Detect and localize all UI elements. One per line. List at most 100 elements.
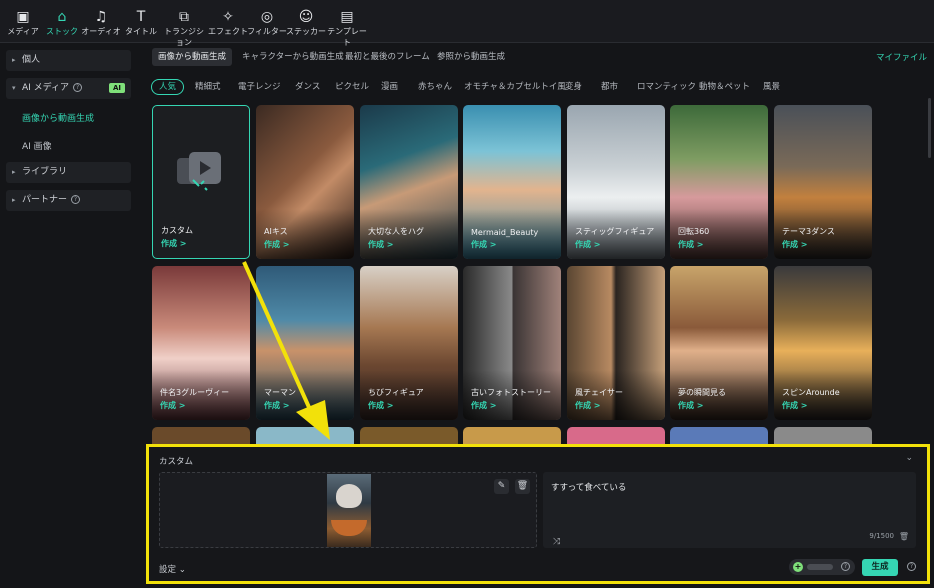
template-card[interactable]: 回転360 作成 > [670,105,768,259]
card-title: テーマ3ダンス [782,227,835,236]
audio-icon: ♫ [94,9,108,25]
template-icon: ▤ [340,9,354,25]
card-title: スピンArounde [782,388,840,397]
delete-icon[interactable]: 🗑 [515,479,530,494]
card-title: 夢の瞬間見る [678,388,726,397]
tool-audio[interactable]: ♫ オーディオ [79,8,123,37]
sidebar: ▸ 個人 ▾ AI メディア? AI 画像から動画生成 AI 画像 ▸ ライブラリ ▸ パ… [0,43,138,588]
template-card[interactable]: スピンArounde 作成 > [774,266,872,420]
help-icon[interactable]: ? [841,562,850,571]
card-title: 風チェイサー [575,388,623,397]
card-create-link[interactable]: 作成 > [368,239,394,250]
sidebar-item-library[interactable]: ▸ ライブラリ [6,162,131,183]
sidebar-item-ai-image[interactable]: AI 画像 [22,139,52,152]
uploaded-image-thumbnail [327,474,371,547]
card-create-link[interactable]: 作成 > [782,400,808,411]
template-card[interactable]: 古いフォトストーリー 作成 > [463,266,561,420]
transition-icon: ⧉ [179,9,189,25]
tool-sticker[interactable]: ☺ ステッカー [284,8,328,37]
template-card[interactable]: 大切な人をハグ 作成 > [360,105,458,259]
settings-dropdown[interactable]: 設定 ⌄ [159,563,186,575]
card-create-link[interactable]: 作成 > [575,239,601,250]
media-icon: ▣ [16,9,30,25]
card-title: 大切な人をハグ [368,227,424,236]
template-card-custom[interactable]: カスタム 作成 > [152,105,250,259]
tool-effect[interactable]: ✧ エフェクト [206,8,250,37]
sidebar-item-personal[interactable]: ▸ 個人 [6,50,131,71]
image-upload-area[interactable]: ✎ 🗑 [159,472,537,548]
scrollbar[interactable] [928,98,931,158]
card-create-link[interactable]: 作成 > [678,400,704,411]
custom-generation-panel: カスタム ⌄ ✎ 🗑 すすって食べている 9/1500 🗑 ⤨ 設定 ⌄ + ?… [146,444,930,584]
card-title: マーマン [264,388,296,397]
tab-image-to-video[interactable]: 画像から動画生成 [152,48,233,66]
template-card[interactable]: 風チェイサー 作成 > [567,266,665,420]
my-files-link[interactable]: マイファイル [876,51,927,63]
category-chip[interactable]: 都市 [601,79,618,95]
top-toolbar: ▣ メディア ⌂ ストック ♫ オーディオ T タイトル ⧉ トランジション ✧ エフェクト… [0,0,934,47]
title-icon: T [136,9,146,25]
sidebar-item-partner[interactable]: ▸ パートナー? [6,190,131,211]
tab-reference-to-video[interactable]: 参照から動画生成 [437,48,505,66]
sidebar-item-ai-media[interactable]: ▾ AI メディア? AI [6,78,131,99]
card-create-link[interactable]: 作成 > [264,400,290,411]
template-card[interactable]: ちびフィギュア 作成 > [360,266,458,420]
help-icon[interactable]: ? [907,562,916,571]
card-title: ちびフィギュア [368,388,424,397]
stock-icon: ⌂ [57,9,67,25]
clear-prompt-icon[interactable]: 🗑 [899,532,909,541]
card-create-link[interactable]: 作成 > [368,400,394,411]
card-create-link[interactable]: 作成 > [782,239,808,250]
template-card[interactable]: スティッグフィギュア 作成 > [567,105,665,259]
category-chip[interactable]: 人気 [151,79,185,95]
effect-icon: ✧ [222,9,234,25]
category-chip[interactable]: 電子レンジ [238,79,281,95]
category-chip[interactable]: 漫画 [381,79,398,95]
card-create-link[interactable]: 作成 > [471,400,497,411]
filter-icon: ◎ [260,9,274,25]
category-chip[interactable]: オモチャ＆カプセルトイ風 [464,79,566,95]
card-create-link[interactable]: 作成 > [160,400,186,411]
tool-filter[interactable]: ◎ フィルター [245,8,289,37]
help-icon[interactable]: ? [73,83,83,92]
card-create-link[interactable]: 作成 > [264,239,290,250]
tool-media[interactable]: ▣ メディア [1,8,45,37]
sidebar-item-image-to-video[interactable]: 画像から動画生成 [22,111,94,124]
prompt-input[interactable]: すすって食べている 9/1500 🗑 [543,472,916,548]
category-chip[interactable]: ロマンティック [637,79,696,95]
chevron-right-icon: ▸ [12,56,16,64]
help-icon[interactable]: ? [71,195,81,204]
add-credit-icon[interactable]: + [793,562,803,572]
char-counter: 9/1500 [869,532,894,540]
tool-stock[interactable]: ⌂ ストック [40,8,84,37]
collapse-chevron-icon[interactable]: ⌄ [905,453,913,463]
tool-transition[interactable]: ⧉ トランジション [162,8,206,48]
chevron-right-icon: ▸ [12,168,16,176]
template-card[interactable]: AIキス 作成 > [256,105,354,259]
category-chip[interactable]: 動物＆ペット [699,79,750,95]
category-chip[interactable]: 精細式 [195,79,221,95]
category-chip[interactable]: ダンス [295,79,320,95]
shuffle-icon[interactable]: ⤨ [553,537,560,547]
card-create-link[interactable]: 作成 > [575,400,601,411]
template-card[interactable]: マーマン 作成 > [256,266,354,420]
template-card[interactable]: 夢の瞬間見る 作成 > [670,266,768,420]
card-create-link[interactable]: 作成 > [161,238,187,249]
template-card[interactable]: Mermaid_Beauty 作成 > [463,105,561,259]
edit-icon[interactable]: ✎ [494,479,509,494]
card-create-link[interactable]: 作成 > [471,239,497,250]
tab-character-to-video[interactable]: キャラクターから動画生成 [242,48,344,66]
category-chip[interactable]: ピクセル [335,79,369,95]
chevron-down-icon: ▾ [12,84,16,92]
template-card[interactable]: テーマ3ダンス 作成 > [774,105,872,259]
category-chip[interactable]: 風景 [763,79,780,95]
card-create-link[interactable]: 作成 > [678,239,704,250]
tool-template[interactable]: ▤ テンプレート [325,8,369,48]
tab-first-last-frame[interactable]: 最初と最後のフレーム [345,48,430,66]
category-chip[interactable]: 変身 [565,79,582,95]
credit-indicator[interactable]: + ? [789,559,855,575]
template-card[interactable]: 件名3グルーヴィー 作成 > [152,266,250,420]
generate-button[interactable]: 生成 [862,559,898,576]
tool-title[interactable]: T タイトル [119,8,163,37]
category-chip[interactable]: 赤ちゃん [418,79,452,95]
